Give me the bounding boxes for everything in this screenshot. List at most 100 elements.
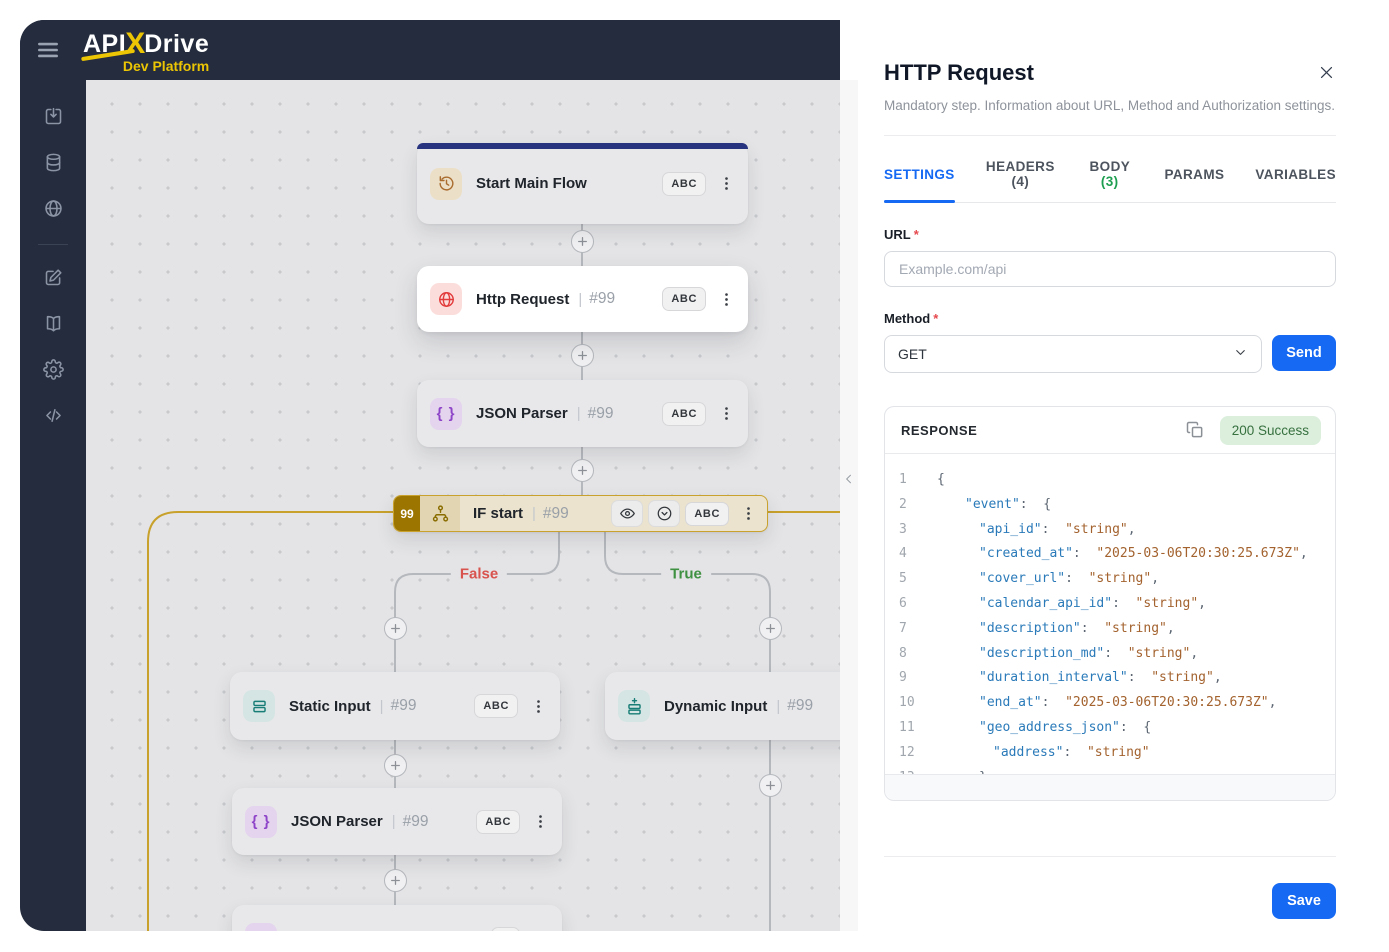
code-line: 8"description_md": "string", bbox=[899, 642, 1335, 667]
url-input[interactable] bbox=[884, 251, 1336, 287]
eye-icon[interactable] bbox=[611, 500, 643, 527]
node-title: Http Request bbox=[476, 291, 569, 308]
tab-params[interactable]: PARAMS bbox=[1164, 149, 1224, 202]
chevron-down-icon bbox=[1233, 345, 1248, 363]
braces-icon: { } bbox=[245, 806, 277, 838]
kebab-menu-icon[interactable] bbox=[529, 696, 547, 716]
node-static-input[interactable]: Static Input | #99 ABC bbox=[230, 672, 560, 740]
separator: | bbox=[380, 698, 384, 715]
kebab-menu-icon[interactable] bbox=[717, 289, 735, 309]
copy-icon[interactable] bbox=[1185, 420, 1206, 441]
tab-settings[interactable]: SETTINGS bbox=[884, 149, 955, 202]
abc-badge[interactable] bbox=[491, 927, 520, 932]
separator: | bbox=[578, 291, 582, 308]
sidebar-item-globe[interactable] bbox=[33, 190, 73, 230]
abc-badge[interactable]: ABC bbox=[685, 502, 729, 526]
menu-icon[interactable] bbox=[35, 37, 61, 63]
page: APIXDrive Dev Platform False True bbox=[0, 0, 1389, 952]
chevron-circle-icon[interactable] bbox=[648, 500, 680, 527]
panel-subtitle: Mandatory step. Information about URL, M… bbox=[884, 98, 1336, 113]
sidebar-item-import[interactable] bbox=[33, 98, 73, 138]
sidebar-item-compose[interactable] bbox=[33, 259, 73, 299]
sidebar-item-book[interactable] bbox=[33, 305, 73, 345]
branch-icon bbox=[420, 496, 460, 531]
sidebar-item-code[interactable] bbox=[33, 397, 73, 437]
method-value: GET bbox=[898, 346, 927, 362]
abc-badge[interactable]: ABC bbox=[474, 694, 518, 718]
history-icon bbox=[430, 168, 462, 200]
topbar: APIXDrive Dev Platform bbox=[20, 20, 840, 80]
tab-variables[interactable]: VARIABLES bbox=[1255, 149, 1336, 202]
node-http-request[interactable]: Http Request | #99 ABC bbox=[417, 266, 748, 332]
add-step-button[interactable] bbox=[759, 617, 782, 640]
add-step-button[interactable] bbox=[571, 230, 594, 253]
abc-badge[interactable]: ABC bbox=[662, 172, 706, 196]
rows-icon bbox=[243, 690, 275, 722]
kebab-menu-icon[interactable] bbox=[531, 812, 549, 832]
kebab-menu-icon[interactable] bbox=[531, 929, 549, 932]
add-step-button[interactable] bbox=[384, 754, 407, 777]
save-button[interactable]: Save bbox=[1272, 883, 1336, 919]
abc-badge[interactable]: ABC bbox=[476, 810, 520, 834]
add-step-button[interactable] bbox=[571, 459, 594, 482]
sidebar-item-database[interactable] bbox=[33, 144, 73, 184]
status-badge: 200 Success bbox=[1220, 416, 1321, 445]
code-line: 2"event": { bbox=[899, 493, 1335, 518]
add-step-button[interactable] bbox=[384, 869, 407, 892]
separator: | bbox=[392, 813, 396, 830]
add-step-button[interactable] bbox=[384, 617, 407, 640]
node-number: #99 bbox=[588, 405, 614, 423]
tab-headers[interactable]: HEADERS (4) bbox=[986, 149, 1055, 202]
node-start-main-flow[interactable]: Start Main Flow ABC bbox=[417, 143, 748, 224]
node-if-start[interactable]: 99 IF start | #99 ABC bbox=[393, 495, 768, 532]
collapse-panel-icon[interactable] bbox=[842, 472, 856, 486]
globe-icon bbox=[43, 198, 64, 222]
kebab-menu-icon[interactable] bbox=[717, 404, 735, 424]
node-title: IF start bbox=[473, 505, 523, 522]
code-line: 6"calendar_api_id": "string", bbox=[899, 592, 1335, 617]
node-dynamic-input[interactable]: Dynamic Input | #99 ABC bbox=[605, 672, 840, 740]
send-button[interactable]: Send bbox=[1272, 335, 1336, 371]
response-panel: RESPONSE 200 Success 1{2"event": {3"api_… bbox=[884, 406, 1336, 801]
if-number-tab: 99 bbox=[394, 496, 420, 531]
method-select[interactable]: GET bbox=[884, 335, 1262, 373]
braces-icon: { } bbox=[245, 923, 277, 932]
globe-icon bbox=[430, 283, 462, 315]
add-step-button[interactable] bbox=[571, 344, 594, 367]
response-title: RESPONSE bbox=[901, 423, 977, 438]
branch-label-true: True bbox=[661, 564, 711, 585]
node-partial[interactable]: { } bbox=[232, 905, 562, 931]
node-title: Start Main Flow bbox=[476, 175, 587, 192]
node-accent-bar bbox=[417, 143, 748, 149]
flow-canvas[interactable]: False True Start Main Flow ABC Http Requ… bbox=[86, 80, 840, 931]
node-number: #99 bbox=[403, 813, 429, 831]
add-step-button[interactable] bbox=[759, 774, 782, 797]
node-number: #99 bbox=[787, 697, 813, 715]
settings-icon bbox=[43, 359, 64, 383]
separator: | bbox=[577, 405, 581, 422]
abc-badge[interactable]: ABC bbox=[662, 402, 706, 426]
database-icon bbox=[43, 152, 64, 176]
code-line: 11"geo_address_json": { bbox=[899, 716, 1335, 741]
separator: | bbox=[532, 505, 536, 522]
response-footer bbox=[885, 774, 1335, 800]
tab-body[interactable]: BODY (3) bbox=[1086, 149, 1134, 202]
node-title: Dynamic Input bbox=[664, 698, 767, 715]
divider bbox=[884, 856, 1336, 857]
kebab-menu-icon[interactable] bbox=[739, 504, 757, 524]
rows-plus-icon bbox=[618, 690, 650, 722]
code-line: 4"created_at": "2025-03-06T20:30:25.673Z… bbox=[899, 542, 1335, 567]
node-title: JSON Parser bbox=[291, 813, 383, 830]
close-icon[interactable] bbox=[1316, 64, 1336, 84]
code-line: 1{ bbox=[899, 468, 1335, 493]
node-json-parser-2[interactable]: { } JSON Parser | #99 ABC bbox=[232, 788, 562, 855]
node-title: Static Input bbox=[289, 698, 371, 715]
node-number: #99 bbox=[589, 290, 615, 308]
kebab-menu-icon[interactable] bbox=[717, 174, 735, 194]
url-label: URL* bbox=[884, 227, 1336, 242]
sidebar-item-settings[interactable] bbox=[33, 351, 73, 391]
node-json-parser-1[interactable]: { } JSON Parser | #99 ABC bbox=[417, 380, 748, 447]
code-icon bbox=[43, 405, 64, 429]
abc-badge[interactable]: ABC bbox=[662, 287, 706, 311]
code-line: 7"description": "string", bbox=[899, 617, 1335, 642]
